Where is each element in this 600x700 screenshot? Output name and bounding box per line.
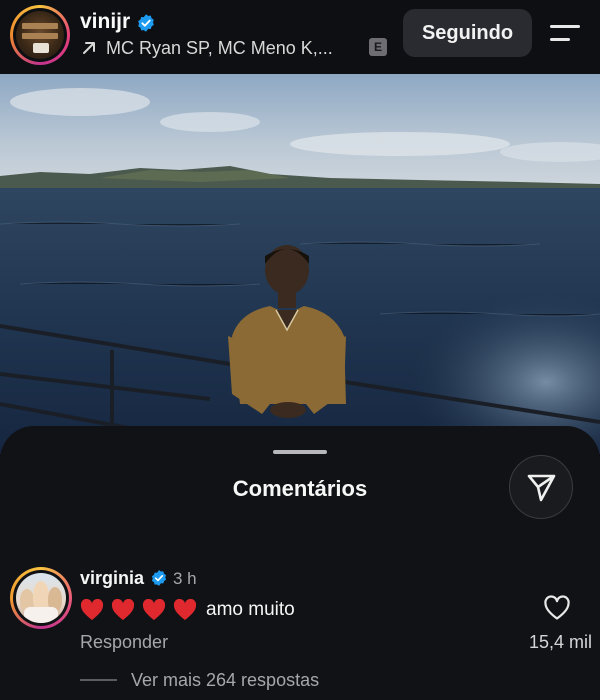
post-header: vinijr MC Ryan SP, MC Meno K,... E Segui… (0, 0, 600, 74)
red-heart-icon (142, 599, 166, 620)
arrow-up-right-icon (83, 42, 95, 54)
verified-badge-icon (138, 14, 154, 32)
view-more-divider (80, 679, 117, 681)
comment-time: 3 h (173, 569, 197, 588)
comment-author[interactable]: virginia (80, 568, 144, 589)
username[interactable]: vinijr (80, 10, 130, 34)
comment-body: amo muito (206, 599, 295, 620)
post-photo[interactable] (0, 74, 600, 454)
red-heart-icon (80, 599, 104, 620)
explicit-badge: E (369, 38, 387, 56)
music-text: MC Ryan SP, MC Meno K,... (106, 37, 333, 58)
avatar-image (16, 11, 64, 59)
commenter-avatar-image (16, 573, 66, 623)
comments-sheet: Comentários virginia 3 h amo muito Respo (0, 426, 600, 700)
red-heart-icon (173, 599, 197, 620)
following-button[interactable]: Seguindo (403, 9, 532, 57)
drag-handle[interactable] (273, 450, 327, 454)
send-paper-plane-icon (527, 474, 556, 502)
heart-outline-icon[interactable] (543, 595, 571, 621)
comment-text: amo muito (80, 596, 295, 624)
reply-button[interactable]: Responder (80, 632, 168, 653)
share-button[interactable] (509, 455, 573, 519)
red-heart-icon (111, 599, 135, 620)
man-on-boat-at-sea-photo (0, 74, 600, 454)
verified-badge-icon (151, 570, 167, 586)
profile-avatar[interactable] (10, 5, 70, 65)
music-attribution[interactable]: MC Ryan SP, MC Meno K,... (80, 37, 333, 59)
commenter-avatar[interactable] (10, 567, 72, 629)
heart-emojis (80, 599, 197, 621)
hamburger-menu-icon[interactable] (548, 20, 582, 46)
view-more-replies[interactable]: Ver mais 264 respostas (131, 670, 319, 691)
like-count: 15,4 mil (528, 632, 592, 652)
